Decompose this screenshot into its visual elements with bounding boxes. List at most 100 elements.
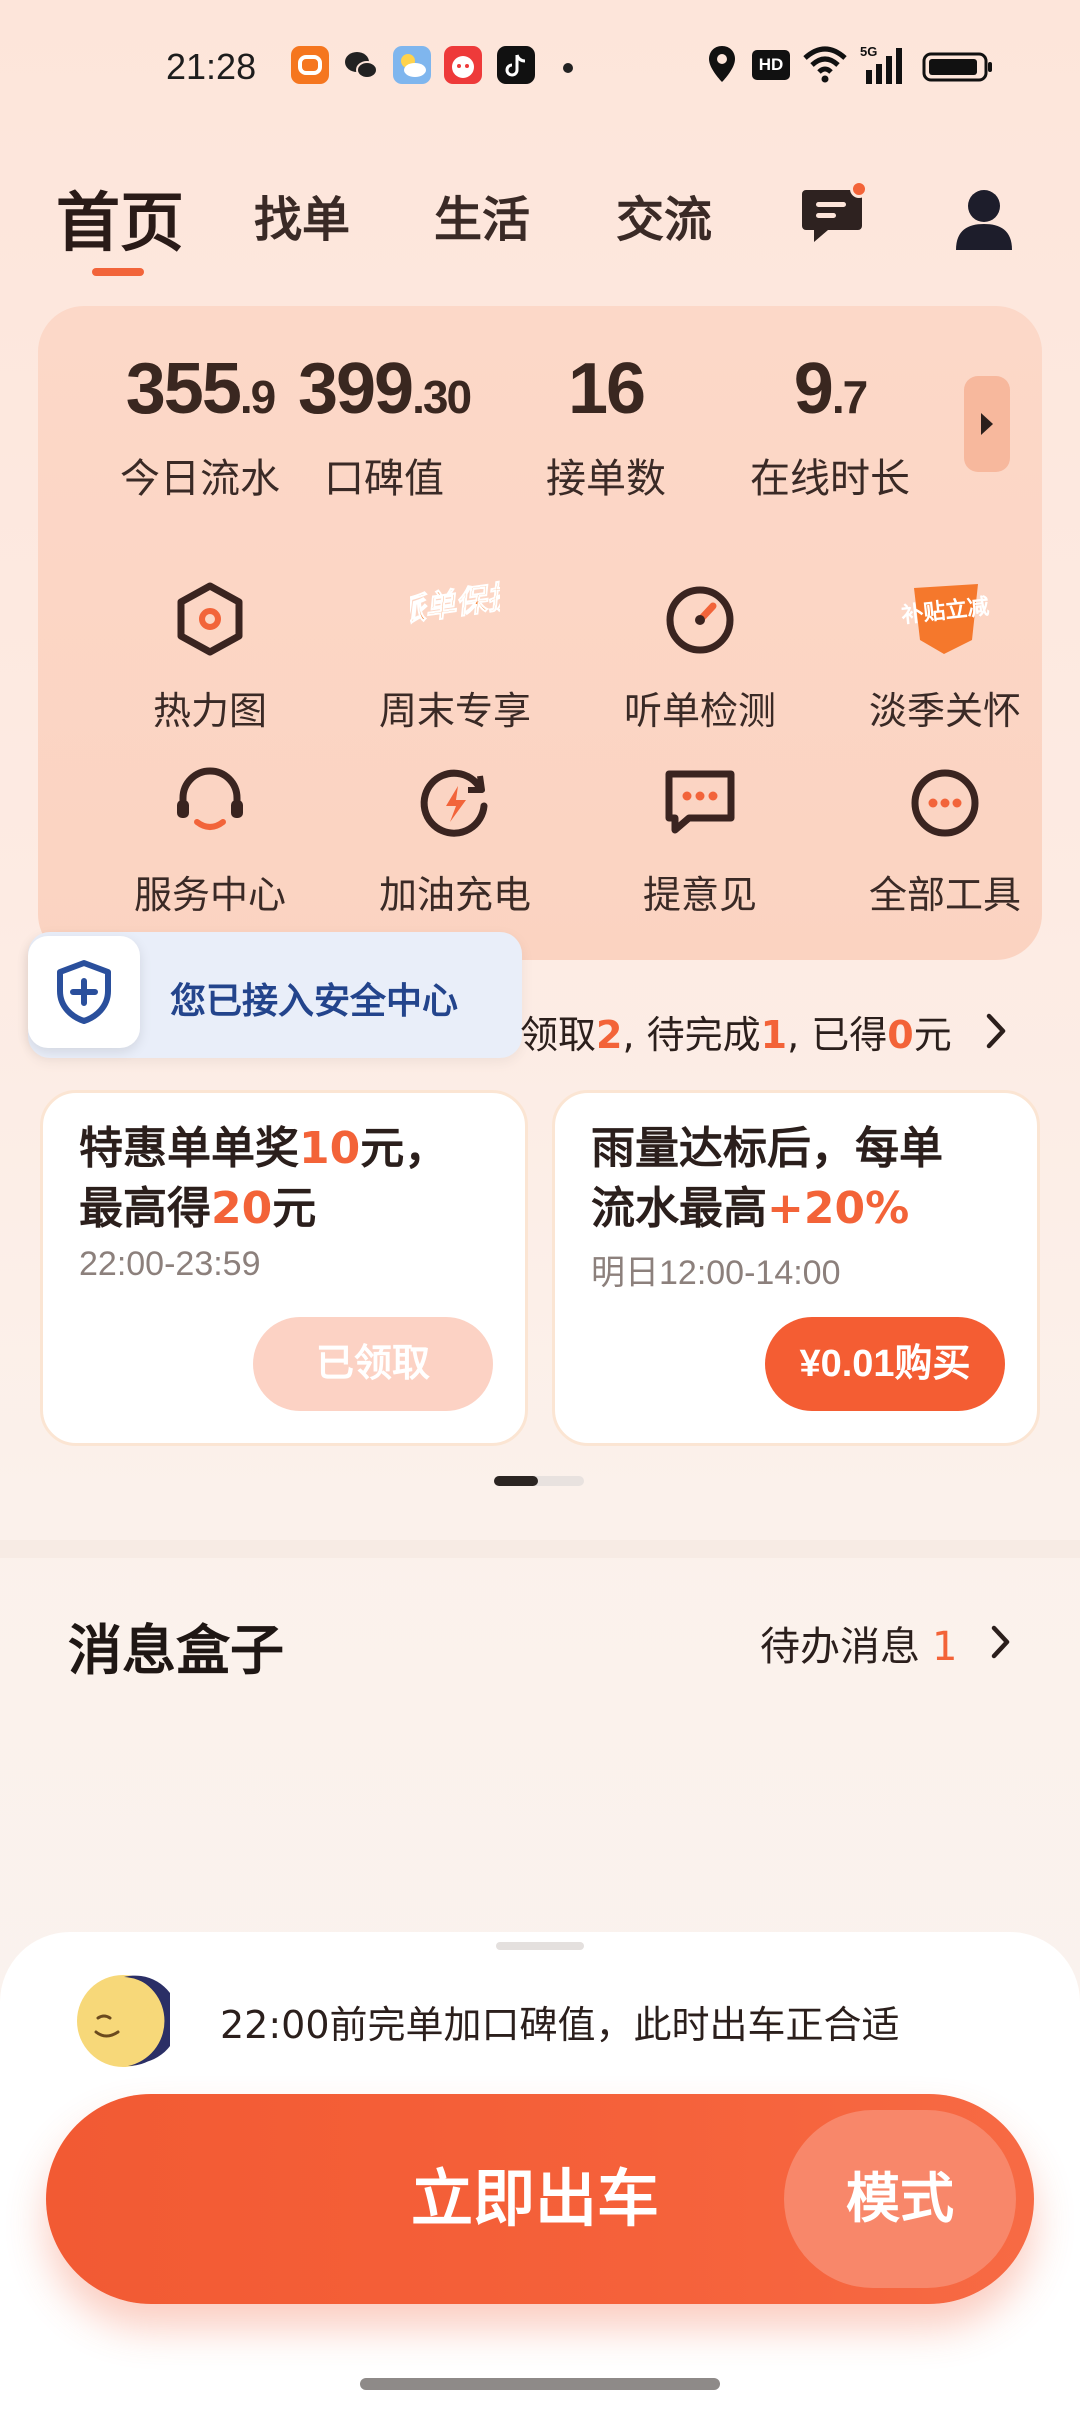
battery-icon	[922, 52, 994, 86]
stat-reputation[interactable]: 399.30 口碑值	[284, 346, 484, 504]
stat-label: 今日流水	[120, 456, 280, 502]
stat-orders[interactable]: 16 接单数	[506, 346, 706, 504]
tool-feedback[interactable]: 提意见	[585, 758, 815, 919]
todo-messages-link[interactable]: 待办消息 1	[760, 1614, 957, 1672]
tab-community[interactable]: 交流	[616, 180, 712, 250]
status-time: 21:28	[166, 46, 257, 87]
reward-pending-count: 1	[760, 1013, 788, 1057]
stat-label: 在线时长	[750, 456, 910, 502]
todo-count: 1	[932, 1624, 958, 1670]
promo-title-text: 流水最高	[591, 1183, 767, 1234]
signal-5g-label: 5G	[860, 44, 877, 59]
todo-label: 待办消息	[760, 1624, 920, 1670]
tool-all-tools[interactable]: 全部工具	[830, 758, 1060, 919]
gauge-icon	[666, 586, 734, 654]
stat-decimal: .30	[412, 371, 472, 423]
tab-find-orders[interactable]: 找单	[254, 180, 350, 250]
tool-label: 服务中心	[133, 873, 286, 917]
reward-text: , 待完成	[622, 1013, 761, 1057]
cellular-signal-icon: 5G	[860, 44, 906, 90]
reward-text: 领取	[520, 1013, 597, 1057]
safety-center-toast[interactable]: 您已接入安全中心	[28, 932, 522, 1058]
tool-label: 周末专享	[378, 689, 531, 733]
safety-toast-text: 您已接入安全中心	[170, 981, 459, 1022]
tool-label: 加油充电	[378, 873, 531, 917]
promo-title-text: 元，	[360, 1123, 449, 1174]
caret-right-icon	[981, 413, 993, 435]
tool-heatmap[interactable]: 热力图	[95, 574, 325, 735]
tiktok-app-icon	[497, 46, 535, 84]
promo-title: 雨量达标后，每单 流水最高+20%	[591, 1119, 1031, 1239]
promo-title: 特惠单单奖10元， 最高得20元	[79, 1119, 519, 1239]
sheet-drag-handle[interactable]	[496, 1942, 584, 1950]
tool-fuel-charge[interactable]: 加油充电	[340, 758, 570, 919]
tab-home[interactable]: 首页	[56, 172, 184, 264]
tool-label: 热力图	[152, 689, 267, 733]
didi-app-icon	[291, 46, 329, 84]
shield-plus-icon	[28, 936, 140, 1048]
message-box-title: 消息盒子	[68, 1619, 284, 1682]
stat-value: 9	[793, 349, 834, 429]
buy-button[interactable]: ¥0.01购买	[765, 1317, 1005, 1411]
stat-decimal: .7	[831, 371, 868, 423]
chevron-right-icon[interactable]	[984, 1012, 1008, 1050]
tool-label: 淡季关怀	[868, 689, 1021, 733]
weather-app-icon	[393, 46, 431, 84]
mode-button[interactable]: 模式	[784, 2110, 1016, 2288]
stat-value: 355	[125, 349, 242, 429]
stat-value: 399	[297, 349, 414, 429]
tool-weekend[interactable]: 派单保护 周末专享	[340, 574, 570, 735]
badge-text-1: 派单保护	[410, 577, 500, 630]
subsidy-badge-icon: 补贴立减	[900, 584, 990, 654]
unread-dot-icon	[850, 180, 868, 198]
carousel-pager-active	[494, 1476, 538, 1486]
reward-text: , 已得	[787, 1013, 888, 1057]
tool-label: 提意见	[642, 873, 757, 917]
tool-off-season[interactable]: 补贴立减 淡季关怀	[830, 574, 1060, 735]
driver-stats-card: 355.9 今日流水 399.30 口碑值 16 接单数 9.7 在线时长 热力…	[38, 306, 1042, 960]
tool-service-center[interactable]: 服务中心	[95, 758, 325, 919]
active-tab-indicator	[92, 268, 144, 276]
stat-today-income[interactable]: 355.9 今日流水	[100, 346, 300, 504]
tool-label: 听单检测	[623, 689, 776, 733]
reward-claimable-count: 2	[596, 1013, 623, 1057]
reward-summary[interactable]: 领取2, 待完成1, 已得0元	[520, 1004, 952, 1059]
stat-decimal: .9	[239, 371, 276, 423]
badge-text-2: 补贴立减	[900, 594, 990, 629]
headset-icon	[177, 767, 243, 830]
promo-title-text: 特惠单单奖	[79, 1123, 299, 1174]
promo-title-highlight: 10	[299, 1123, 361, 1174]
claimed-button[interactable]: 已领取	[253, 1317, 493, 1411]
heatmap-hexagon-icon	[177, 582, 243, 656]
promo-title-text: 元	[272, 1183, 317, 1234]
tool-label: 全部工具	[868, 873, 1021, 917]
stat-online-hours[interactable]: 9.7 在线时长	[730, 346, 930, 504]
news-app-icon	[444, 46, 482, 84]
home-indicator[interactable]	[360, 2378, 720, 2390]
notification-dot-icon	[563, 63, 573, 73]
tab-life[interactable]: 生活	[434, 180, 530, 250]
promo-title-text: 最高得	[79, 1183, 211, 1234]
departure-tip: 22:00前完单加口碑值，此时出车正合适	[220, 2003, 900, 2047]
promo-title-text: 雨量达标后，每单	[591, 1123, 943, 1174]
more-circle-icon	[911, 769, 979, 837]
stat-label: 口碑值	[324, 456, 444, 502]
tool-listen-check[interactable]: 听单检测	[585, 574, 815, 735]
feedback-icon	[665, 770, 735, 834]
charge-icon	[420, 769, 488, 837]
promo-time: 22:00-23:59	[79, 1245, 261, 1283]
hd-badge-icon: HD	[752, 50, 790, 80]
stats-expand-button[interactable]	[964, 376, 1010, 472]
section-divider	[0, 1540, 1080, 1558]
moon-icon	[77, 1975, 170, 2067]
promo-title-highlight: +20%	[767, 1183, 910, 1234]
promo-card-discount[interactable]: 特惠单单奖10元， 最高得20元 22:00-23:59 已领取	[40, 1090, 528, 1446]
promo-card-rain[interactable]: 雨量达标后，每单 流水最高+20% 明日12:00-14:00 ¥0.01购买	[552, 1090, 1040, 1446]
promo-title-highlight: 20	[211, 1183, 273, 1234]
promo-time: 明日12:00-14:00	[591, 1254, 841, 1292]
stat-value: 16	[567, 349, 646, 429]
reward-text: 元	[913, 1013, 952, 1057]
user-icon[interactable]	[952, 186, 1016, 252]
wechat-app-icon	[342, 46, 380, 84]
chevron-right-icon[interactable]	[990, 1624, 1012, 1660]
